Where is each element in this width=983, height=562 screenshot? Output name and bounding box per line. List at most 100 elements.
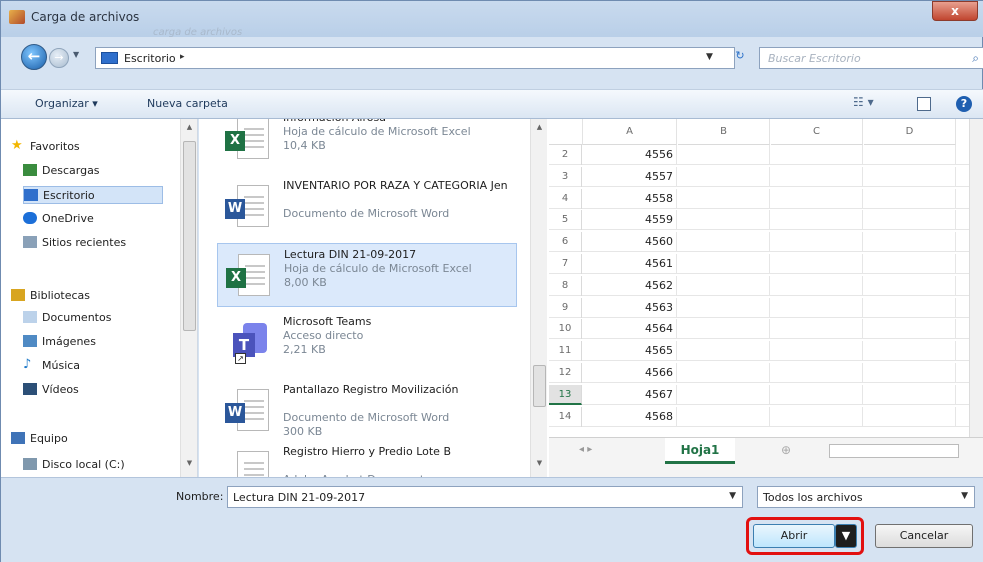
organize-menu[interactable]: Organizar ▾ — [35, 97, 98, 110]
refresh-button[interactable]: ↻ — [729, 46, 751, 68]
scroll-up-icon[interactable]: ▲ — [531, 123, 548, 131]
cell-value[interactable]: 4558 — [583, 188, 677, 209]
empty-cell[interactable] — [864, 297, 956, 318]
new-folder-button[interactable]: Nueva carpeta — [147, 97, 228, 110]
cell-value[interactable]: 4562 — [583, 275, 677, 296]
cell-value[interactable]: 4564 — [583, 319, 677, 340]
sidebar-item[interactable]: Escritorio — [23, 186, 163, 204]
empty-cell[interactable] — [864, 275, 956, 296]
empty-cell[interactable] — [771, 341, 863, 362]
file-item[interactable]: Registro Hierro y Predio Lote BAdobe Acr… — [217, 441, 517, 477]
empty-cell[interactable] — [678, 363, 770, 383]
empty-cell[interactable] — [771, 188, 863, 209]
sidebar-item[interactable]: Vídeos — [23, 381, 173, 399]
row-number[interactable]: 9 — [549, 297, 582, 318]
filename-input[interactable]: Lectura DIN 21-09-2017 ▼ — [227, 486, 743, 508]
file-item[interactable]: T ↗ Microsoft Teams Acceso directo 2,21 KB — [217, 311, 517, 375]
row-number[interactable]: 12 — [549, 363, 582, 383]
empty-cell[interactable] — [771, 145, 863, 165]
open-split-arrow[interactable]: ▼ — [835, 524, 857, 548]
sidebar-item[interactable]: Imágenes — [23, 333, 173, 351]
scroll-down-icon[interactable]: ▼ — [531, 459, 548, 467]
row-number[interactable]: 14 — [549, 406, 582, 427]
row-number[interactable]: 10 — [549, 319, 582, 340]
cell-value[interactable]: 4559 — [583, 210, 677, 231]
row-number[interactable]: 5 — [549, 210, 582, 231]
cell-value[interactable]: 4563 — [583, 297, 677, 318]
empty-cell[interactable] — [864, 384, 956, 405]
back-button[interactable]: ← — [21, 44, 47, 70]
empty-cell[interactable] — [678, 166, 770, 187]
empty-cell[interactable] — [678, 254, 770, 274]
empty-cell[interactable] — [771, 319, 863, 340]
empty-cell[interactable] — [678, 232, 770, 253]
history-dropdown-icon[interactable]: ▼ — [73, 50, 79, 59]
close-button[interactable]: x — [932, 1, 978, 21]
sidebar-item[interactable]: ♪ Música — [23, 357, 173, 375]
empty-cell[interactable] — [864, 166, 956, 187]
file-item[interactable]: W Pantallazo Registro Movilización Documen… — [217, 379, 517, 443]
empty-cell[interactable] — [864, 319, 956, 340]
sidebar-item[interactable]: Bibliotecas — [11, 287, 161, 305]
search-input[interactable]: Buscar Escritorio ⌕ — [759, 47, 983, 69]
open-button[interactable]: Abrir — [753, 524, 835, 548]
sidebar-item[interactable]: Descargas — [23, 162, 173, 180]
scrollbar-thumb[interactable] — [533, 365, 546, 407]
empty-cell[interactable] — [864, 232, 956, 253]
search-icon[interactable]: ⌕ — [972, 51, 979, 66]
empty-cell[interactable] — [678, 275, 770, 296]
address-dropdown-icon[interactable]: ▼ — [706, 52, 713, 62]
help-icon[interactable]: ? — [956, 96, 972, 112]
cancel-button[interactable]: Cancelar — [875, 524, 973, 548]
filetype-dropdown-icon[interactable]: ▼ — [961, 491, 968, 501]
row-number[interactable]: 2 — [549, 145, 582, 165]
scrollbar-thumb[interactable] — [183, 141, 196, 331]
row-number[interactable]: 11 — [549, 341, 582, 362]
empty-cell[interactable] — [771, 406, 863, 427]
column-header[interactable]: B — [678, 119, 770, 145]
cell-value[interactable]: 4560 — [583, 232, 677, 253]
scroll-up-icon[interactable]: ▲ — [181, 123, 198, 131]
empty-cell[interactable] — [864, 188, 956, 209]
empty-cell[interactable] — [771, 363, 863, 383]
empty-cell[interactable] — [864, 341, 956, 362]
sidebar-item[interactable]: Equipo — [11, 430, 161, 448]
empty-cell[interactable] — [678, 341, 770, 362]
sidebar-item[interactable]: Disco local (C:) — [23, 456, 173, 474]
filename-dropdown-icon[interactable]: ▼ — [729, 491, 736, 501]
row-number[interactable]: 6 — [549, 232, 582, 253]
address-chevron-icon[interactable]: ▸ — [180, 52, 185, 62]
empty-cell[interactable] — [678, 145, 770, 165]
filetype-select[interactable]: Todos los archivos ▼ — [757, 486, 975, 508]
empty-cell[interactable] — [771, 166, 863, 187]
cell-value[interactable]: 4565 — [583, 341, 677, 362]
empty-cell[interactable] — [864, 145, 956, 165]
sidebar-item[interactable]: Sitios recientes — [23, 234, 173, 252]
empty-cell[interactable] — [678, 384, 770, 405]
cell-value[interactable]: 4568 — [583, 406, 677, 427]
empty-cell[interactable] — [771, 210, 863, 231]
sidebar-item[interactable]: ★ Favoritos — [11, 138, 161, 156]
scroll-down-icon[interactable]: ▼ — [181, 459, 198, 467]
file-item[interactable]: X Lectura DIN 21-09-2017 Hoja de cálculo d… — [217, 243, 517, 307]
select-all-corner[interactable] — [549, 119, 583, 145]
change-view-icon[interactable]: ☷ ▾ — [853, 95, 879, 113]
empty-cell[interactable] — [678, 406, 770, 427]
sheet-tab[interactable]: Hoja1 — [665, 438, 735, 464]
row-number[interactable]: 7 — [549, 254, 582, 274]
preview-scrollbar[interactable] — [969, 119, 983, 437]
empty-cell[interactable] — [678, 188, 770, 209]
row-number[interactable]: 8 — [549, 275, 582, 296]
file-item[interactable]: W INVENTARIO POR RAZA Y CATEGORIA Jen Docu… — [217, 175, 517, 239]
sidebar-item[interactable]: Documentos — [23, 309, 173, 327]
forward-button[interactable]: → — [49, 48, 69, 68]
cell-value[interactable]: 4567 — [583, 384, 677, 405]
cell-value[interactable]: 4557 — [583, 166, 677, 187]
add-sheet-icon[interactable]: ⊕ — [781, 443, 791, 457]
empty-cell[interactable] — [771, 232, 863, 253]
column-header[interactable]: A — [583, 119, 677, 145]
address-location[interactable]: Escritorio — [124, 52, 176, 65]
filetype-value[interactable]: Todos los archivos — [763, 491, 863, 504]
empty-cell[interactable] — [864, 406, 956, 427]
file-item[interactable]: XInformacion AirosaHoja de cálculo de Mi… — [217, 119, 517, 171]
